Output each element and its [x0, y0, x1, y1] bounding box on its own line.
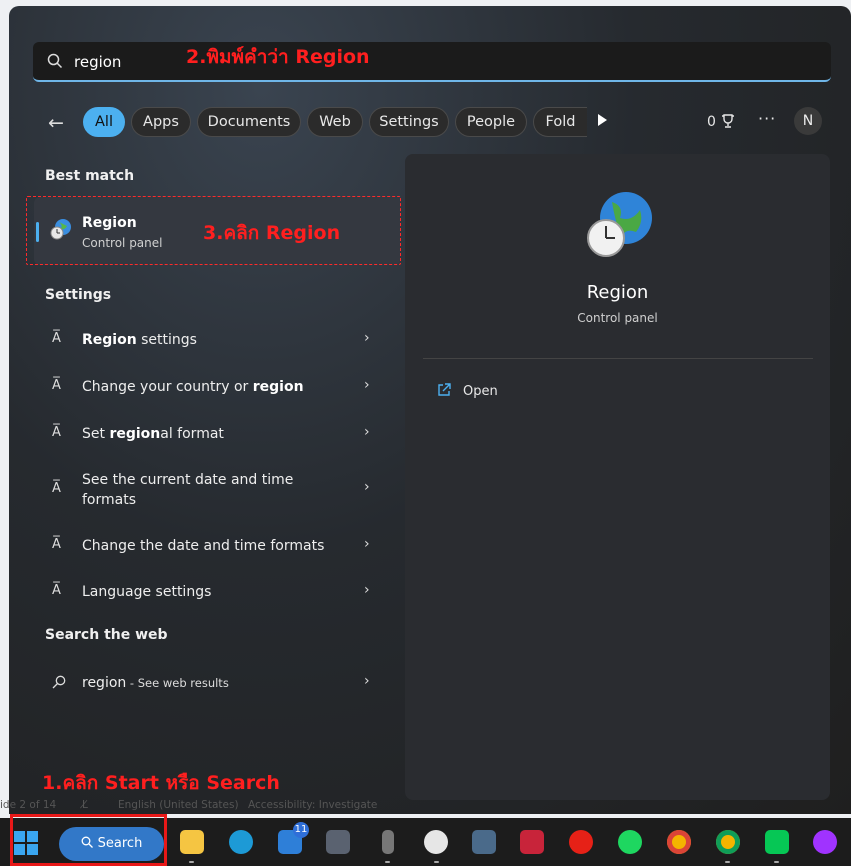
chrome-profile-icon[interactable]	[716, 830, 740, 854]
running-indicator	[385, 861, 390, 863]
chevron-right-icon: ›	[364, 536, 370, 552]
language-status: English (United States)	[118, 799, 239, 811]
camera-icon[interactable]	[326, 830, 350, 854]
running-indicator	[434, 861, 439, 863]
best-match-header: Best match	[45, 168, 135, 184]
web-result-label: region - See web results	[82, 675, 229, 691]
running-indicator	[725, 861, 730, 863]
arrow-left-icon[interactable]: ←	[48, 112, 64, 134]
chevron-right-icon: ›	[364, 424, 370, 440]
tab-documents[interactable]: Documents	[197, 107, 301, 137]
slide-counter: ide 2 of 14	[0, 799, 57, 811]
rewards-count: 0	[707, 114, 716, 130]
dictionary-icon[interactable]	[520, 830, 544, 854]
scroll-right-icon[interactable]	[598, 114, 607, 126]
language-icon: A̅	[52, 537, 61, 552]
line-icon[interactable]	[765, 830, 789, 854]
settings-item-label: Region settings	[82, 332, 197, 348]
preview-subtitle: Control panel	[577, 311, 658, 325]
settings-item-label: Change the date and time formats	[82, 538, 325, 554]
settings-item-label: Change your country or region	[82, 379, 304, 395]
annotation-click-start: 1.คลิก Start หรือ Search	[42, 772, 280, 794]
globe-clock-icon	[587, 192, 652, 257]
language-icon: A̅	[52, 583, 61, 598]
chevron-right-icon: ›	[364, 479, 370, 495]
open-label: Open	[463, 384, 498, 399]
language-icon: A̅	[52, 481, 61, 496]
chevron-right-icon: ›	[364, 377, 370, 393]
settings-item-label: See the current date and time formats	[82, 472, 294, 508]
language-icon: A̅	[52, 378, 61, 393]
spellcheck-icon: L̸	[82, 799, 88, 811]
tab-settings[interactable]: Settings	[369, 107, 449, 137]
accessibility-status: Accessibility: Investigate	[248, 799, 378, 811]
settings-item-date-time-formats[interactable]: A̅ See the current date and time formats…	[34, 459, 379, 519]
divider	[423, 358, 813, 359]
running-indicator	[774, 861, 779, 863]
microphone-icon[interactable]	[382, 830, 394, 854]
chevron-right-icon: ›	[364, 330, 370, 346]
search-icon	[47, 53, 63, 69]
edge-icon[interactable]	[229, 830, 253, 854]
tab-people[interactable]: People	[455, 107, 527, 137]
filter-bar: ← All Apps Documents Web Settings People…	[40, 104, 830, 140]
file-explorer-icon[interactable]	[180, 830, 204, 854]
open-action[interactable]: Open	[437, 383, 498, 399]
settings-item-label: Set regional format	[82, 426, 224, 442]
running-indicator	[189, 861, 194, 863]
chevron-right-icon: ›	[364, 582, 370, 598]
search-box[interactable]	[33, 42, 831, 82]
highlight-start-search	[10, 814, 167, 866]
chrome-icon[interactable]	[667, 830, 691, 854]
more-options-icon[interactable]: ···	[758, 109, 776, 128]
settings-header: Settings	[45, 287, 112, 303]
tab-all[interactable]: All	[83, 107, 125, 137]
search-icon	[52, 675, 66, 689]
language-icon: A̅	[52, 425, 61, 440]
annotation-type-region: 2.พิมพ์คำว่า Region	[186, 46, 370, 68]
settings-item-change-date-time[interactable]: A̅ Change the date and time formats ›	[34, 525, 379, 565]
trophy-icon	[722, 114, 735, 128]
youtube-music-icon[interactable]	[569, 830, 593, 854]
settings-item-label: Language settings	[82, 584, 212, 600]
search-web-header: Search the web	[45, 627, 168, 643]
rewards-indicator[interactable]: 0	[707, 113, 736, 130]
settings-item-region-settings[interactable]: A̅ Region settings ›	[34, 319, 379, 359]
tab-folders[interactable]: Fold	[533, 107, 587, 137]
tab-apps[interactable]: Apps	[131, 107, 191, 137]
messenger-icon[interactable]	[813, 830, 837, 854]
tab-web[interactable]: Web	[307, 107, 363, 137]
settings-item-change-country[interactable]: A̅ Change your country or region ›	[34, 366, 379, 406]
preview-pane: Region Control panel Open	[405, 154, 830, 800]
preview-title: Region	[586, 282, 649, 303]
calculator-icon[interactable]	[472, 830, 496, 854]
annotation-click-region: 3.คลิก Region	[203, 222, 341, 244]
chevron-right-icon: ›	[364, 673, 370, 689]
mail-badge: 11	[293, 822, 309, 838]
status-bar: ide 2 of 14 L̸ English (United States) A…	[0, 796, 851, 816]
clock-icon[interactable]	[424, 830, 448, 854]
settings-item-language[interactable]: A̅ Language settings ›	[34, 571, 379, 611]
avatar[interactable]: N	[794, 107, 822, 135]
settings-item-regional-format[interactable]: A̅ Set regional format ›	[34, 413, 379, 453]
open-external-icon	[438, 383, 451, 396]
web-result-region[interactable]: region - See web results ›	[34, 662, 379, 702]
spotify-icon[interactable]	[618, 830, 642, 854]
language-icon: A̅	[52, 331, 61, 346]
